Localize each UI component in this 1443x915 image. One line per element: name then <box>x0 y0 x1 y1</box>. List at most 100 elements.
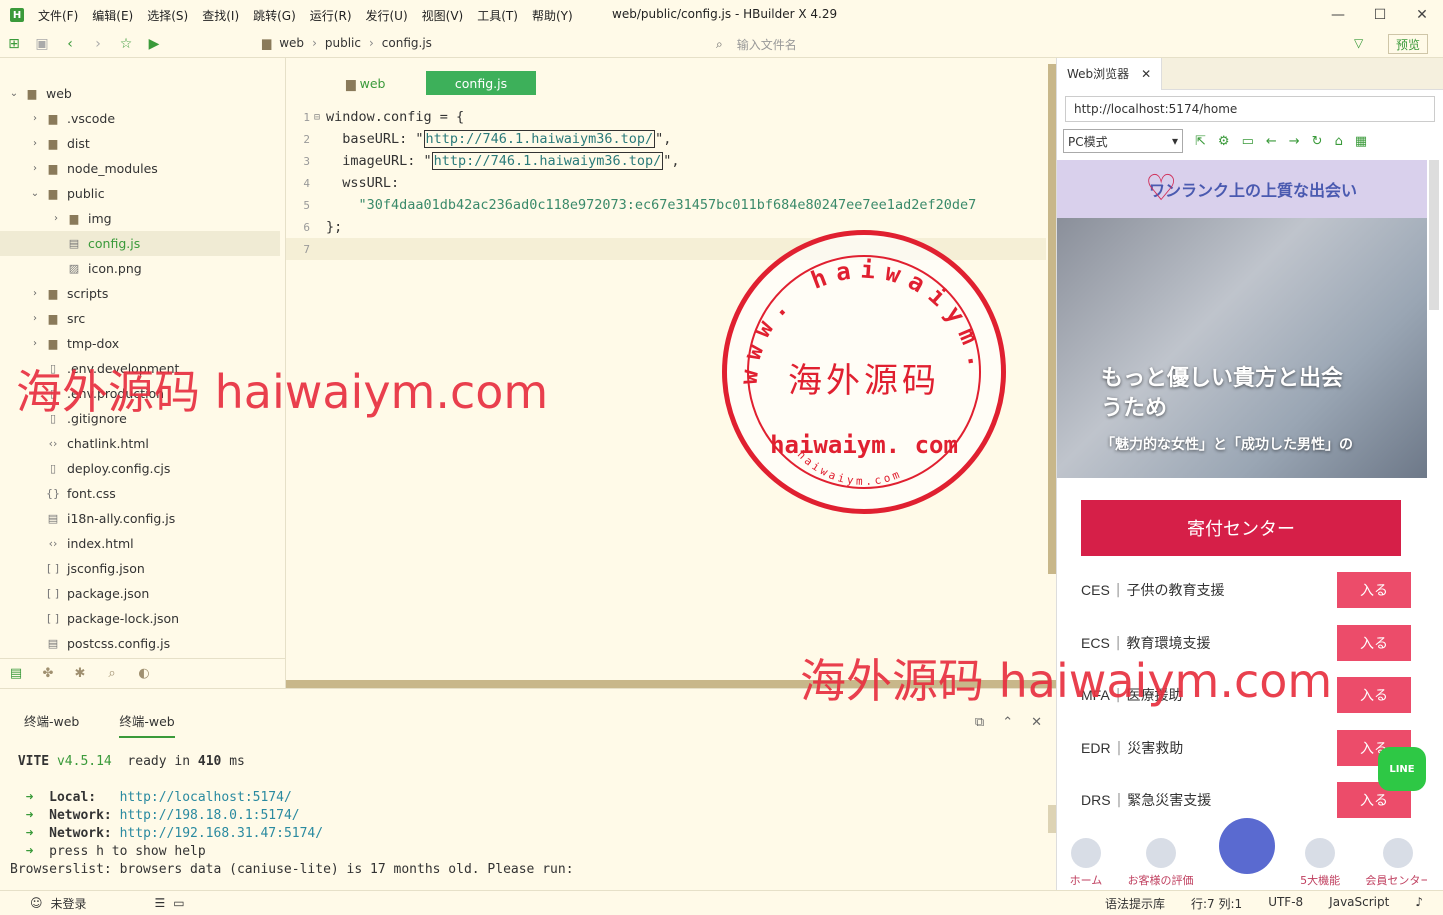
menu-item-0[interactable]: 文件(F) <box>38 7 78 24</box>
tree-item[interactable]: › ▆ node_modules <box>0 156 280 181</box>
save-icon[interactable]: ▣ <box>28 36 56 52</box>
code-line[interactable]: 2 baseURL: " http://746.1.haiwaiym36.top/… <box>286 128 1046 150</box>
network1-url[interactable]: http://198.18.0.1:5174/ <box>120 808 300 823</box>
tree-item[interactable]: › ▆ img <box>0 206 280 231</box>
donate-center-button[interactable]: 寄付センター <box>1081 500 1401 556</box>
browser-scrollbar[interactable] <box>1429 160 1439 310</box>
debug-icon[interactable]: ✱ <box>64 666 96 681</box>
preview-button[interactable]: 预览 <box>1388 34 1428 54</box>
new-file-icon[interactable]: ⊞ <box>0 36 28 52</box>
tree-item[interactable]: ‹› index.html <box>0 531 280 556</box>
notification-icon[interactable]: ♪ <box>1415 895 1423 912</box>
back-arrow-icon[interactable]: ← <box>1266 134 1277 149</box>
tree-item[interactable]: {} font.css <box>0 481 280 506</box>
tree-item[interactable]: [ ] jsconfig.json <box>0 556 280 581</box>
menu-item-9[interactable]: 帮助(Y) <box>532 7 573 24</box>
tree-item[interactable]: ▤ config.js <box>0 231 280 256</box>
file-search-input[interactable]: ⌕ 输入文件名 <box>716 34 1356 54</box>
code-url[interactable]: http://746.1.haiwaiym36.top/ <box>431 152 664 170</box>
terminal-output[interactable]: VITE v4.5.14 ready in 410 ms ➜ Local: ht… <box>10 753 574 879</box>
menu-item-6[interactable]: 发行(U) <box>366 7 408 24</box>
new-terminal-icon[interactable]: ⧉ <box>975 715 984 730</box>
search-icon[interactable]: ⌕ <box>96 666 128 681</box>
tree-item[interactable]: › ▆ .vscode <box>0 106 280 131</box>
language-mode[interactable]: JavaScript <box>1329 895 1389 912</box>
browser-url-input[interactable]: http://localhost:5174/home <box>1065 96 1435 122</box>
back-icon[interactable]: ‹ <box>56 36 84 52</box>
star-icon[interactable]: ☆ <box>112 36 140 52</box>
tree-item[interactable]: ▨ icon.png <box>0 256 280 281</box>
code-line[interactable]: 3 imageURL: " http://746.1.haiwaiym36.top… <box>286 150 1046 172</box>
code-line[interactable]: 5 "30f4daa01db42ac236ad0c118e972073:ec67… <box>286 194 1046 216</box>
tree-item[interactable]: › ▆ scripts <box>0 281 280 306</box>
close-panel-icon[interactable]: ✕ <box>1031 715 1042 730</box>
forward-icon[interactable]: › <box>84 36 112 52</box>
local-url[interactable]: http://localhost:5174/ <box>120 790 292 805</box>
breadcrumb-config[interactable]: config.js <box>382 36 432 50</box>
bottom-nav-item[interactable]: 5大機能 <box>1300 838 1340 888</box>
plugin-icon[interactable]: ✤ <box>32 666 64 681</box>
line-chat-button[interactable]: LINE <box>1378 747 1426 791</box>
project-manager-icon[interactable]: ▤ <box>0 666 32 681</box>
forward-arrow-icon[interactable]: → <box>1289 134 1300 149</box>
menu-item-5[interactable]: 运行(R) <box>310 7 352 24</box>
code-url[interactable]: http://746.1.haiwaiym36.top/ <box>423 130 656 148</box>
terminal-tab-1[interactable]: 终端-web <box>24 711 79 738</box>
breadcrumb-web[interactable]: web <box>279 36 304 50</box>
enter-button[interactable]: 入る <box>1337 677 1411 713</box>
code-line[interactable]: 1 ⊟ window.config = { <box>286 106 1046 128</box>
editor-scrollbar[interactable] <box>1048 64 1056 574</box>
tab-config-js[interactable]: config.js <box>426 71 536 95</box>
menu-item-3[interactable]: 查找(I) <box>202 7 239 24</box>
bottom-nav-item[interactable]: 会員センター <box>1365 838 1427 888</box>
terminal-scrollbar[interactable] <box>1048 805 1056 833</box>
close-button[interactable]: ✕ <box>1401 0 1443 30</box>
network2-url[interactable]: http://192.168.31.47:5174/ <box>120 826 324 841</box>
lock-icon[interactable]: ⌂ <box>1335 134 1343 149</box>
menu-item-1[interactable]: 编辑(E) <box>92 7 133 24</box>
breadcrumb-public[interactable]: public <box>325 36 361 50</box>
encoding[interactable]: UTF-8 <box>1268 895 1303 912</box>
tree-item[interactable]: [ ] package.json <box>0 581 280 606</box>
browser-tab[interactable]: Web浏览器 ✕ <box>1057 57 1163 90</box>
tree-item[interactable]: › ▆ dist <box>0 131 280 156</box>
terminal-tab-2[interactable]: 终端-web <box>119 711 175 738</box>
fold-icon[interactable]: ⊟ <box>314 112 326 123</box>
tree-item[interactable]: › ▆ tmp-dox <box>0 331 280 356</box>
tree-item[interactable]: ▤ postcss.config.js <box>0 631 280 656</box>
enter-button[interactable]: 入る <box>1337 572 1411 608</box>
tree-item[interactable]: ‹› chatlink.html <box>0 431 280 456</box>
bottom-nav-item[interactable]: ホーム <box>1070 838 1102 888</box>
bottom-nav-item[interactable]: お客様の評価 <box>1128 838 1194 888</box>
code-line[interactable]: 4 wssURL: <box>286 172 1046 194</box>
palette-icon[interactable]: ◐ <box>128 666 160 681</box>
maximize-panel-icon[interactable]: ⌃ <box>1002 715 1013 730</box>
grid-icon[interactable]: ▦ <box>1355 134 1367 149</box>
list-icon[interactable]: ☰ <box>155 896 166 910</box>
tree-item[interactable]: ▯ deploy.config.cjs <box>0 456 280 481</box>
maximize-button[interactable]: ☐ <box>1359 0 1401 30</box>
console-icon[interactable]: ▭ <box>1242 134 1254 149</box>
enter-button[interactable]: 入る <box>1337 624 1411 661</box>
login-status[interactable]: 未登录 <box>51 895 87 912</box>
tree-item[interactable]: ⌄ ▆ public <box>0 181 280 206</box>
menu-item-7[interactable]: 视图(V) <box>422 7 464 24</box>
open-external-icon[interactable]: ⇱ <box>1195 134 1206 149</box>
minimize-button[interactable]: — <box>1317 0 1359 30</box>
refresh-icon[interactable]: ↻ <box>1312 134 1323 149</box>
tree-item[interactable]: › ▆ src <box>0 306 280 331</box>
menu-item-2[interactable]: 选择(S) <box>147 7 188 24</box>
tree-item[interactable]: [ ] package-lock.json <box>0 606 280 631</box>
terminal-icon[interactable]: ▭ <box>173 896 184 910</box>
filter-icon[interactable]: ▽ <box>1354 36 1363 50</box>
close-icon[interactable]: ✕ <box>1141 67 1151 81</box>
device-mode-select[interactable]: PC模式 ▾ <box>1063 129 1183 153</box>
syntax-hint[interactable]: 语法提示库 <box>1105 895 1165 912</box>
settings-icon[interactable]: ⚙ <box>1218 134 1230 149</box>
run-icon[interactable]: ▶ <box>140 36 168 52</box>
menu-item-4[interactable]: 跳转(G) <box>253 7 296 24</box>
tree-item[interactable]: ⌄ ▆ web <box>0 81 280 106</box>
tab-web[interactable]: ▆ web <box>326 71 426 95</box>
bottom-nav-item[interactable] <box>1218 818 1275 888</box>
menu-item-8[interactable]: 工具(T) <box>477 7 518 24</box>
